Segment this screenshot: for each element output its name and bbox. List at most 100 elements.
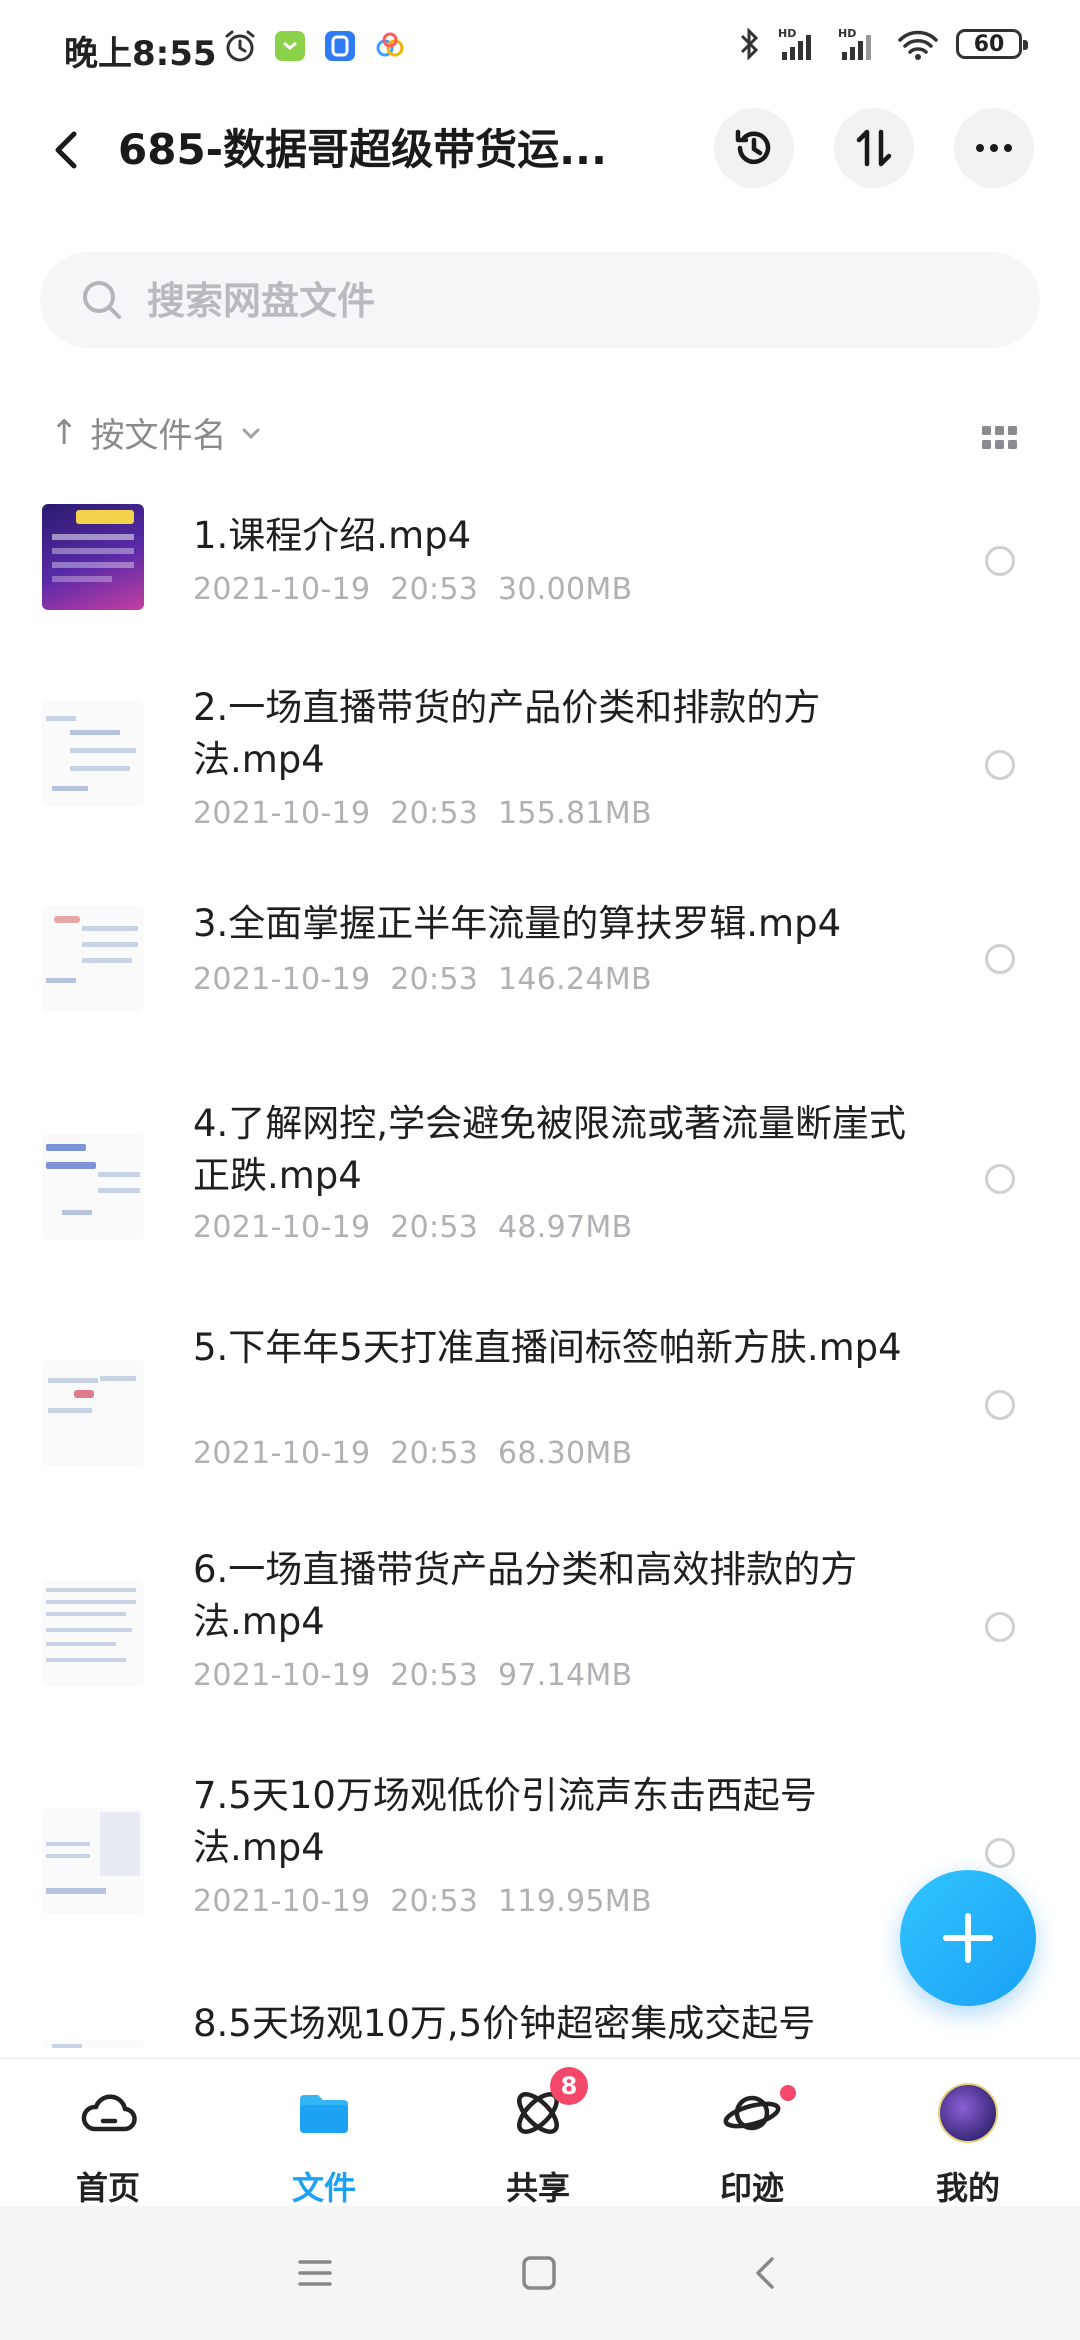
notification-dot bbox=[780, 2085, 796, 2101]
svg-text:HD: HD bbox=[778, 27, 796, 40]
file-name: 4.了解网控,学会避免被限流或著流量断崖式正跌.mp4 bbox=[193, 1102, 907, 1197]
file-size: 119.95MB bbox=[498, 1884, 652, 1919]
file-size: 155.81MB bbox=[498, 796, 652, 831]
file-time: 20:53 bbox=[390, 572, 479, 607]
signal-hd-icon: HD bbox=[778, 27, 811, 60]
file-size: 48.97MB bbox=[498, 1210, 633, 1245]
select-radio[interactable] bbox=[985, 1390, 1015, 1420]
search-bar[interactable] bbox=[40, 252, 1040, 348]
back-button[interactable] bbox=[40, 122, 96, 178]
list-item[interactable]: 4.了解网控,学会避免被限流或著流量断崖式正跌.mp4 2021-10-19 2… bbox=[0, 1064, 1080, 1300]
select-radio[interactable] bbox=[985, 944, 1015, 974]
file-date: 2021-10-19 bbox=[193, 572, 371, 607]
baidu-netdisk-icon bbox=[376, 32, 404, 57]
history-button[interactable] bbox=[714, 108, 794, 188]
file-time: 20:53 bbox=[390, 1210, 479, 1245]
file-time: 20:53 bbox=[390, 796, 479, 831]
home-square-icon[interactable] bbox=[516, 2250, 562, 2296]
file-name: 5.下年年5天打准直播间标签帕新方肤.mp4 bbox=[193, 1326, 902, 1369]
status-icons-right: HD HD 60 bbox=[738, 26, 1028, 62]
sort-button[interactable] bbox=[834, 108, 914, 188]
list-item[interactable]: 8.5天场观10万,5价钟超密集成交起号 bbox=[0, 1976, 1080, 2048]
sort-selector[interactable]: ↑ 按文件名 bbox=[50, 408, 263, 457]
file-meta: 2021-10-19 20:53 119.95MB bbox=[193, 1884, 652, 1919]
nav-label: 文件 bbox=[291, 2169, 356, 2207]
file-size: 97.14MB bbox=[498, 1658, 633, 1693]
file-date: 2021-10-19 bbox=[193, 1436, 371, 1471]
nav-label: 首页 bbox=[75, 2169, 140, 2207]
nav-label: 印迹 bbox=[719, 2169, 784, 2207]
file-meta: 2021-10-19 20:53 30.00MB bbox=[193, 572, 632, 607]
folder-icon bbox=[300, 2095, 348, 2133]
menu-icon[interactable] bbox=[292, 2250, 338, 2296]
video-thumbnail bbox=[42, 1134, 144, 1240]
file-meta: 2021-10-19 20:53 146.24MB bbox=[193, 962, 652, 997]
select-radio[interactable] bbox=[985, 1164, 1015, 1194]
video-thumbnail bbox=[42, 2040, 144, 2048]
file-date: 2021-10-19 bbox=[193, 796, 371, 831]
file-meta: 2021-10-19 20:53 68.30MB bbox=[193, 1436, 632, 1471]
grid-view-icon[interactable] bbox=[980, 420, 1018, 458]
list-item[interactable]: 2.一场直播带货的产品价类和排款的方法.mp4 2021-10-19 20:53… bbox=[0, 640, 1080, 878]
list-item[interactable]: 3.全面掌握正半年流量的算扶罗辑.mp4 2021-10-19 20:53 14… bbox=[0, 878, 1080, 1064]
nav-item-traces[interactable]: 印迹 bbox=[672, 2071, 832, 2207]
file-name: 7.5天10万场观低价引流声东击西起号法.mp4 bbox=[193, 1774, 817, 1869]
nav-label: 共享 bbox=[505, 2169, 570, 2207]
file-name: 6.一场直播带货产品分类和高效排款的方法.mp4 bbox=[193, 1548, 858, 1643]
select-radio[interactable] bbox=[985, 750, 1015, 780]
file-date: 2021-10-19 bbox=[193, 1658, 371, 1693]
video-thumbnail bbox=[42, 906, 144, 1012]
list-item[interactable]: 1.课程介绍.mp4 2021-10-19 20:53 30.00MB bbox=[0, 488, 1080, 640]
video-thumbnail bbox=[42, 1580, 144, 1686]
app-notification-icon bbox=[325, 31, 355, 61]
status-time: 晚上8:55 bbox=[64, 34, 217, 74]
file-date: 2021-10-19 bbox=[193, 1210, 371, 1245]
file-meta: 2021-10-19 20:53 155.81MB bbox=[193, 796, 652, 831]
history-icon bbox=[735, 129, 771, 165]
file-size: 146.24MB bbox=[498, 962, 652, 997]
nav-item-share[interactable]: 8 共享 bbox=[458, 2067, 618, 2207]
select-radio[interactable] bbox=[985, 1838, 1015, 1868]
planet-icon bbox=[723, 2095, 781, 2131]
more-button[interactable] bbox=[954, 108, 1034, 188]
select-radio[interactable] bbox=[985, 1612, 1015, 1642]
status-icons-left bbox=[222, 28, 408, 64]
system-nav-bar bbox=[0, 2206, 1080, 2340]
status-bar: 晚上8:55 HD HD 60 bbox=[0, 0, 1080, 96]
video-thumbnail bbox=[42, 504, 144, 610]
file-time: 20:53 bbox=[390, 962, 479, 997]
list-item[interactable]: 6.一场直播带货产品分类和高效排款的方法.mp4 2021-10-19 20:5… bbox=[0, 1524, 1080, 1750]
list-item[interactable]: 5.下年年5天打准直播间标签帕新方肤.mp4 2021-10-19 20:53 … bbox=[0, 1300, 1080, 1524]
search-input[interactable] bbox=[145, 270, 969, 332]
add-button[interactable] bbox=[900, 1870, 1036, 2006]
sort-swap-icon bbox=[856, 129, 892, 167]
file-date: 2021-10-19 bbox=[193, 1884, 371, 1919]
sort-direction-arrow: ↑ bbox=[50, 412, 79, 453]
file-meta: 2021-10-19 20:53 97.14MB bbox=[193, 1658, 632, 1693]
cloud-home-icon bbox=[81, 2094, 137, 2132]
alarm-icon bbox=[225, 30, 255, 62]
bottom-nav: 首页 文件 8 共享 印迹 我的 bbox=[0, 2058, 1080, 2207]
svg-text:HD: HD bbox=[838, 27, 856, 40]
chevron-down-icon bbox=[242, 428, 259, 439]
file-list: 1.课程介绍.mp4 2021-10-19 20:53 30.00MB 2.一场… bbox=[0, 488, 1080, 2048]
file-time: 20:53 bbox=[390, 1436, 479, 1471]
more-icon bbox=[976, 144, 1012, 152]
file-name: 3.全面掌握正半年流量的算扶罗辑.mp4 bbox=[193, 902, 842, 945]
nav-item-home[interactable]: 首页 bbox=[28, 2071, 188, 2207]
file-time: 20:53 bbox=[390, 1884, 479, 1919]
file-meta: 2021-10-19 20:53 48.97MB bbox=[193, 1210, 632, 1245]
page-title: 685-数据哥超级带货运... bbox=[118, 125, 607, 174]
nav-item-files[interactable]: 文件 bbox=[244, 2071, 404, 2207]
file-size: 68.30MB bbox=[498, 1436, 633, 1471]
select-radio[interactable] bbox=[985, 546, 1015, 576]
back-triangle-icon[interactable] bbox=[744, 2250, 790, 2296]
battery-icon: 60 bbox=[956, 29, 1028, 59]
nav-item-me[interactable]: 我的 bbox=[888, 2071, 1048, 2207]
signal-hd-icon: HD bbox=[838, 27, 871, 60]
file-time: 20:53 bbox=[390, 1658, 479, 1693]
file-size: 30.00MB bbox=[498, 572, 633, 607]
notification-badge: 8 bbox=[550, 2067, 588, 2105]
file-name: 8.5天场观10万,5价钟超密集成交起号 bbox=[193, 2002, 816, 2045]
plus-icon bbox=[943, 1913, 993, 1963]
